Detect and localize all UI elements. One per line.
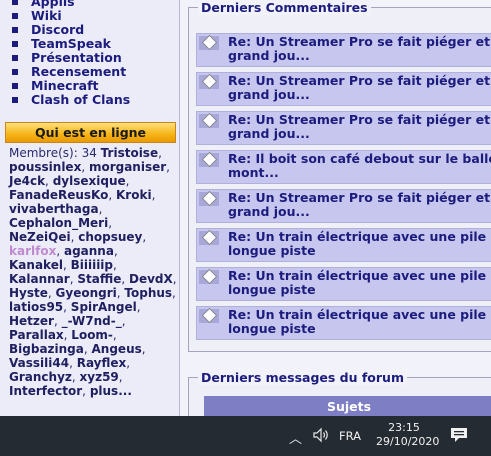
comment-item[interactable]: Re: Un Streamer Pro se fait piéger et gr… bbox=[196, 72, 491, 106]
comment-bullet-icon bbox=[199, 309, 219, 323]
online-member-link[interactable]: Loom- bbox=[71, 328, 113, 342]
online-member-link[interactable]: Tophus bbox=[124, 286, 172, 300]
comment-item[interactable]: Re: Un train électrique avec une pile s … bbox=[196, 306, 491, 340]
menu-item-wiki[interactable]: Wiki bbox=[12, 9, 179, 23]
online-members-list: Membre(s): 34 Tristoise, poussinlex, mor… bbox=[9, 146, 177, 398]
language-indicator[interactable]: FRA bbox=[339, 429, 361, 443]
comment-link[interactable]: Re: Il boit son café debout sur le balle… bbox=[228, 152, 491, 180]
online-member-link[interactable]: DevdX bbox=[129, 272, 173, 286]
menu-item-recensement[interactable]: Recensement bbox=[12, 65, 179, 79]
comment-bullet-icon bbox=[199, 270, 219, 284]
forum-title: Derniers messages du forum bbox=[198, 371, 407, 385]
online-member-link[interactable]: NeZeiQei bbox=[9, 230, 71, 244]
online-member-link[interactable]: Hetzer bbox=[9, 314, 54, 328]
online-member-link[interactable]: FanadeReusKo bbox=[9, 188, 108, 202]
clock-time: 23:15 bbox=[388, 421, 420, 434]
forum-table-header-sujets[interactable]: Sujets bbox=[204, 396, 491, 418]
online-member-link[interactable]: _-W7nd-_ bbox=[62, 314, 122, 328]
menu-item-discord[interactable]: Discord bbox=[12, 23, 179, 37]
menu-item-minecraft[interactable]: Minecraft bbox=[12, 79, 179, 93]
online-member-link[interactable]: aganna bbox=[64, 244, 114, 258]
online-member-link[interactable]: morganiser bbox=[89, 160, 166, 174]
online-member-link[interactable]: Cephalon_Meri bbox=[9, 216, 108, 230]
online-member-link[interactable]: SpirAngel bbox=[71, 300, 137, 314]
online-member-link[interactable]: vivaberthaga bbox=[9, 202, 99, 216]
comment-link[interactable]: Re: Un Streamer Pro se fait piéger et gr… bbox=[228, 113, 491, 141]
comment-item[interactable]: Re: Un Streamer Pro se fait piéger et gr… bbox=[196, 111, 491, 145]
comment-item[interactable]: Re: Un Streamer Pro se fait piéger et gr… bbox=[196, 33, 491, 67]
clock-date: 29/10/2020 bbox=[376, 435, 440, 448]
sidebar-menu: Applis Wiki Discord TeamSpeak Présentati… bbox=[0, 0, 179, 107]
comment-link[interactable]: Re: Un train électrique avec une pile s … bbox=[228, 230, 491, 258]
clock[interactable]: 23:15 29/10/2020 bbox=[376, 421, 440, 449]
online-member-link[interactable]: Kroki bbox=[116, 188, 152, 202]
comment-bullet-icon bbox=[199, 36, 219, 50]
comment-link[interactable]: Re: Un train électrique avec une pile s … bbox=[228, 308, 491, 336]
comment-item[interactable]: Re: Un Streamer Pro se fait piéger et gr… bbox=[196, 189, 491, 223]
online-member-link[interactable]: Kalannar bbox=[9, 272, 70, 286]
online-member-link[interactable]: Tristoise bbox=[101, 146, 158, 160]
online-member-link[interactable]: Bigbazinga bbox=[9, 342, 84, 356]
member-count: Membre(s): 34 bbox=[9, 146, 97, 160]
online-member-link[interactable]: Je4ck bbox=[9, 174, 45, 188]
comment-bullet-icon bbox=[199, 114, 219, 128]
volume-icon[interactable] bbox=[312, 426, 330, 444]
online-member-link[interactable]: dylsexique bbox=[53, 174, 126, 188]
online-member-link[interactable]: xyz59 bbox=[80, 370, 119, 384]
online-member-link[interactable]: Granchyz bbox=[9, 370, 72, 384]
online-member-link[interactable]: Parallax bbox=[9, 328, 64, 342]
taskbar: ︿ FRA 23:15 29/10/2020 bbox=[0, 416, 491, 456]
online-member-link[interactable]: latios95 bbox=[9, 300, 63, 314]
online-panel-title: Qui est en ligne bbox=[5, 122, 176, 143]
online-member-link[interactable]: Angeus bbox=[92, 342, 142, 356]
comment-link[interactable]: Re: Un Streamer Pro se fait piéger et gr… bbox=[228, 35, 491, 63]
comment-link[interactable]: Re: Un Streamer Pro se fait piéger et gr… bbox=[228, 191, 491, 219]
comment-bullet-icon bbox=[199, 231, 219, 245]
comment-item[interactable]: Re: Il boit son café debout sur le balle… bbox=[196, 150, 491, 184]
comment-item[interactable]: Re: Un train électrique avec une pile s … bbox=[196, 228, 491, 262]
online-member-link[interactable]: Vassili44 bbox=[9, 356, 69, 370]
comment-link[interactable]: Re: Un Streamer Pro se fait piéger et gr… bbox=[228, 74, 491, 102]
online-member-link[interactable]: Interfector bbox=[9, 384, 82, 398]
menu-item-teamspeak[interactable]: TeamSpeak bbox=[12, 37, 179, 51]
online-member-link[interactable]: Hyste bbox=[9, 286, 48, 300]
online-member-link[interactable]: Gyeongri bbox=[56, 286, 117, 300]
online-member-link[interactable]: Rayflex bbox=[77, 356, 127, 370]
online-member-link[interactable]: Staffie bbox=[77, 272, 121, 286]
menu-item-presentation[interactable]: Présentation bbox=[12, 51, 179, 65]
main-content: Derniers Commentaires Re: Un Streamer Pr… bbox=[180, 0, 491, 437]
online-member-link[interactable]: poussinlex bbox=[9, 160, 81, 174]
comment-item[interactable]: Re: Un train électrique avec une pile s … bbox=[196, 267, 491, 301]
comment-bullet-icon bbox=[199, 153, 219, 167]
online-member-link[interactable]: Biiiiiip bbox=[71, 258, 113, 272]
online-more-link[interactable]: plus... bbox=[90, 384, 132, 398]
online-member-link[interactable]: chopsuey bbox=[78, 230, 142, 244]
online-member-link[interactable]: Kanakel bbox=[9, 258, 63, 272]
sidebar: Applis Wiki Discord TeamSpeak Présentati… bbox=[0, 0, 180, 416]
comment-link[interactable]: Re: Un train électrique avec une pile s … bbox=[228, 269, 491, 297]
online-member-link[interactable]: karlfox bbox=[9, 244, 56, 258]
notification-icon[interactable] bbox=[450, 427, 468, 443]
comments-title: Derniers Commentaires bbox=[198, 1, 371, 15]
chevron-up-icon[interactable]: ︿ bbox=[289, 428, 302, 447]
menu-item-clash-of-clans[interactable]: Clash of Clans bbox=[12, 93, 179, 107]
comment-bullet-icon bbox=[199, 192, 219, 206]
comment-bullet-icon bbox=[199, 75, 219, 89]
